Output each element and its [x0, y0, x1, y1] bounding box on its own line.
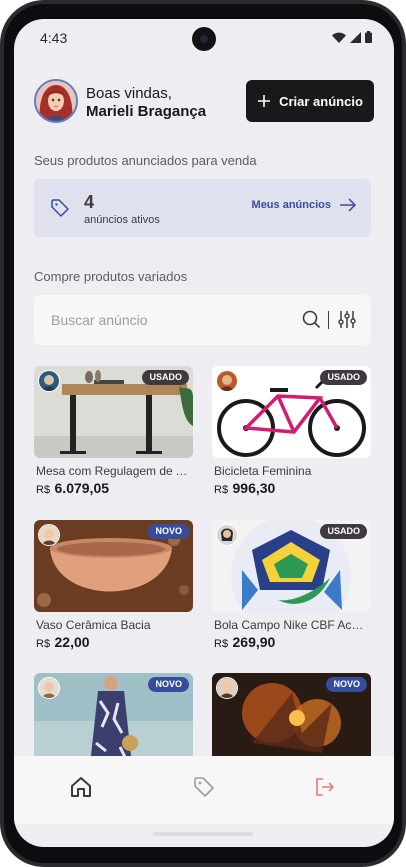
price-value: 6.079,05 [54, 480, 110, 496]
product-image-game: NOVO [212, 673, 371, 765]
battery-icon [365, 31, 372, 43]
price-value: 269,90 [232, 634, 276, 650]
arrow-right-icon [340, 198, 357, 212]
home-icon[interactable] [70, 776, 92, 798]
product-image-dress: NOVO [34, 673, 193, 765]
tag-icon [51, 199, 69, 217]
product-image-bicycle: USADO [212, 366, 371, 458]
phone-bezel: 4:43 Boas vindas, Marieli Bragança Criar… [4, 4, 402, 863]
seller-avatar [216, 677, 238, 699]
product-image-ball: USADO [212, 520, 371, 612]
user-name: Marieli Bragança [86, 103, 207, 120]
condition-badge: USADO [320, 524, 367, 539]
my-ads-link[interactable]: Meus anúncios [252, 198, 357, 212]
product-name: Bola Campo Nike CBF Academy [214, 618, 370, 632]
sign-out-icon[interactable] [314, 776, 336, 798]
product-price: R$ 269,90 [214, 634, 275, 652]
wifi-icon [332, 32, 346, 43]
search-bar: Buscar anúncio [34, 295, 371, 345]
seller-avatar [216, 370, 238, 392]
price-value: 996,30 [232, 480, 276, 496]
product-name: Mesa com Regulagem de Altura [36, 464, 192, 478]
buy-section-label: Compre produtos variados [34, 269, 188, 284]
my-ads-link-label: Meus anúncios [251, 199, 331, 211]
product-name: Bicicleta Feminina [214, 464, 312, 478]
condition-badge: USADO [320, 370, 367, 385]
status-time: 4:43 [40, 30, 68, 46]
price-currency: R$ [36, 638, 51, 650]
status-bar: 4:43 [14, 19, 394, 61]
product-price: R$ 22,00 [36, 634, 90, 652]
phone-frame: 4:43 Boas vindas, Marieli Bragança Criar… [0, 0, 406, 867]
condition-badge: NOVO [148, 677, 189, 692]
search-input[interactable]: Buscar anúncio [51, 312, 148, 328]
front-camera [192, 27, 216, 51]
price-currency: R$ [214, 484, 229, 496]
seller-avatar [38, 677, 60, 699]
signal-icon [350, 31, 361, 43]
seller-avatar [38, 524, 60, 546]
plus-icon [258, 95, 271, 107]
my-ads-section-label: Seus produtos anunciados para venda [34, 153, 257, 168]
condition-badge: NOVO [148, 524, 189, 539]
user-avatar[interactable] [34, 79, 78, 123]
bottom-navigation [14, 756, 394, 824]
filter-icon[interactable] [338, 310, 356, 329]
product-price: R$ 6.079,05 [36, 480, 109, 498]
price-currency: R$ [36, 484, 51, 496]
seller-avatar [38, 370, 60, 392]
product-name: Vaso Cerâmica Bacia [36, 618, 151, 632]
product-image-bowl: NOVO [34, 520, 193, 612]
active-ads-count: 4 [84, 192, 95, 212]
search-icon[interactable] [302, 310, 321, 329]
active-ads-label: anúncios ativos [84, 214, 160, 226]
gesture-bar [153, 832, 253, 836]
status-icons [332, 31, 372, 43]
create-ad-label: Criar anúncio [279, 93, 363, 109]
seller-avatar [216, 524, 238, 546]
product-image-desk: USADO [34, 366, 193, 458]
greeting-text: Boas vindas, [86, 85, 172, 102]
price-currency: R$ [214, 638, 229, 650]
active-ads-card[interactable]: 4 anúncios ativos Meus anúncios [34, 179, 371, 237]
condition-badge: NOVO [326, 677, 367, 692]
home-header: Boas vindas, Marieli Bragança Criar anún… [34, 77, 374, 127]
condition-badge: USADO [142, 370, 189, 385]
product-price: R$ 996,30 [214, 480, 275, 498]
search-divider [328, 311, 329, 329]
app-screen: 4:43 Boas vindas, Marieli Bragança Criar… [14, 19, 394, 847]
price-value: 22,00 [54, 634, 90, 650]
tag-icon[interactable] [193, 776, 215, 798]
create-ad-button[interactable]: Criar anúncio [246, 80, 374, 122]
